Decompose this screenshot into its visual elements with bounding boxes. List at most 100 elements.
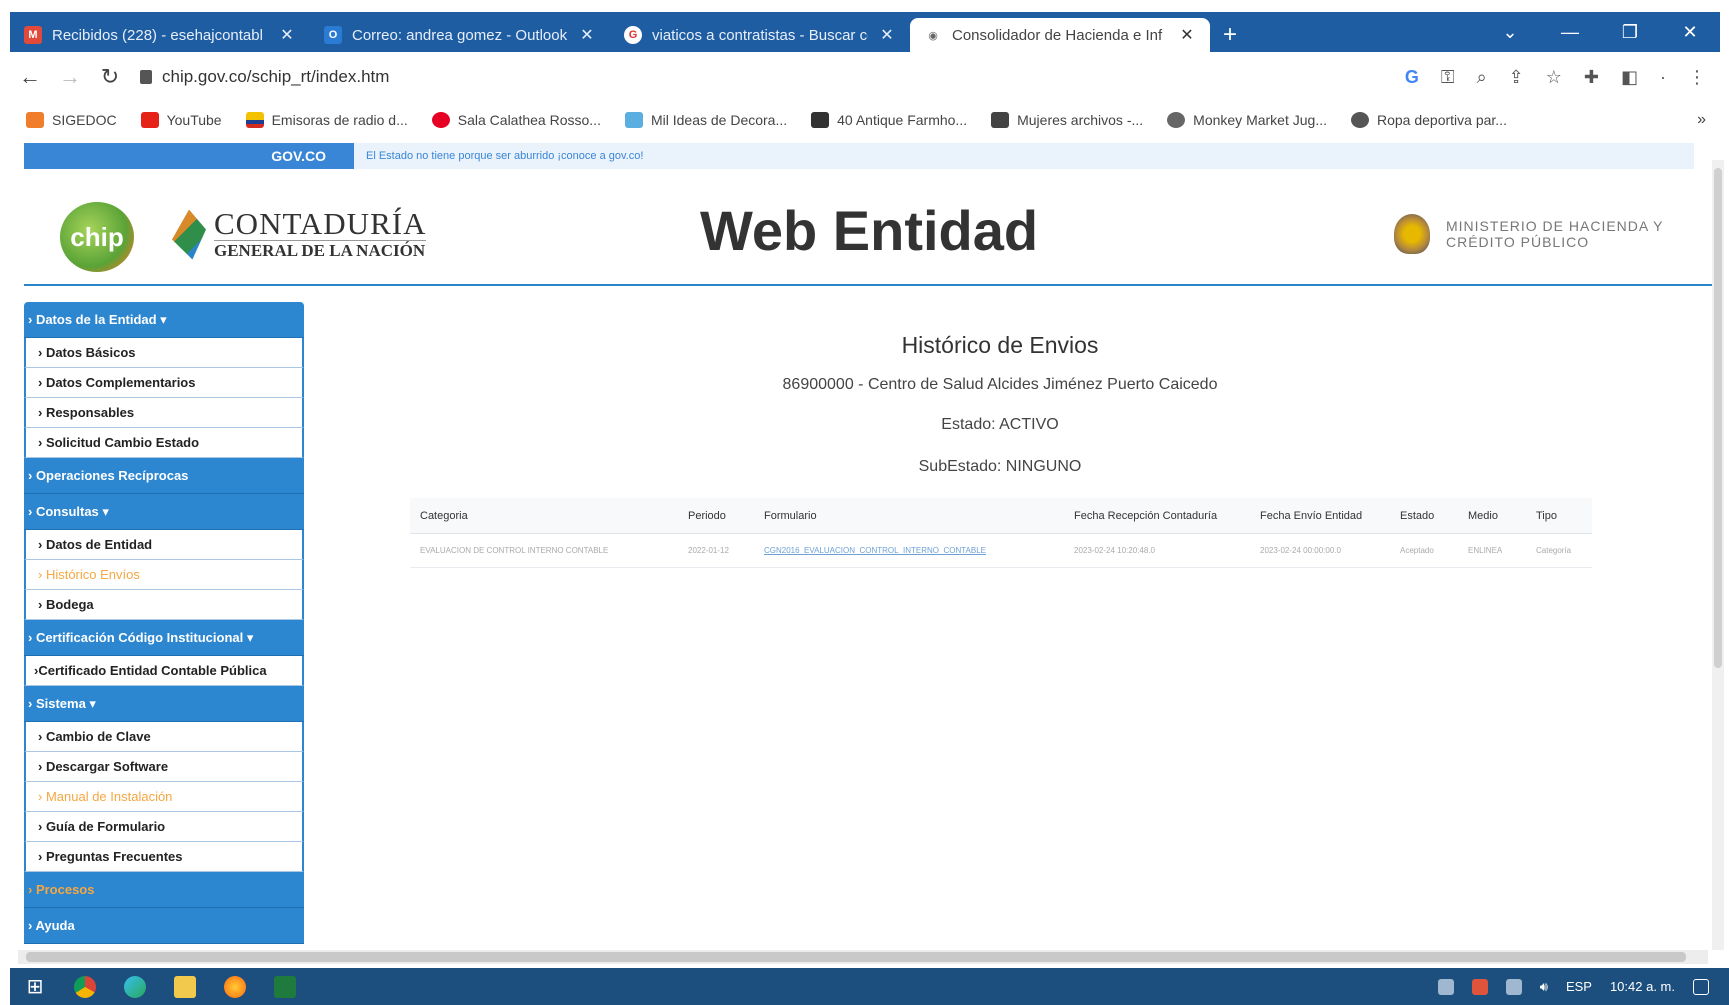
gov-co-logo[interactable]: GOV.CO <box>24 143 354 169</box>
notifications-icon[interactable] <box>1693 978 1709 995</box>
bookmark-icon <box>624 112 643 128</box>
contaduria-name: CONTADURÍA <box>214 206 427 241</box>
sidebar-section-certificacion[interactable]: › Certificación Código Institucional ▾ <box>24 620 304 656</box>
tab-consolidador[interactable]: ◉ Consolidador de Hacienda e Inf ✕ <box>910 18 1210 52</box>
sidebar-section-datos-entidad[interactable]: › Datos de la Entidad ▾ <box>24 302 304 338</box>
bookmark-emisoras[interactable]: Emisoras de radio d... <box>245 112 408 128</box>
vertical-scroll-thumb[interactable] <box>1714 168 1722 668</box>
antivirus-icon[interactable] <box>1471 978 1488 995</box>
bookmark-youtube[interactable]: YouTube <box>140 112 222 128</box>
leaf-icon <box>1350 112 1369 128</box>
bookmark-sala-calathea[interactable]: Sala Calathea Rosso... <box>431 112 601 128</box>
column-header-fecha-envio[interactable]: Fecha Envío Entidad <box>1250 510 1390 522</box>
tab-outlook[interactable]: O Correo: andrea gomez - Outlook ✕ <box>310 18 610 52</box>
google-lens-icon[interactable]: G <box>1405 67 1419 88</box>
sidebar-item-descargar-software[interactable]: › Descargar Software <box>24 752 304 782</box>
outlook-icon: O <box>324 26 342 44</box>
sidebar-section-procesos[interactable]: › Procesos <box>24 872 304 908</box>
close-icon[interactable]: ✕ <box>878 25 896 45</box>
sidebar-item-certificado-entidad[interactable]: ›Certificado Entidad Contable Pública <box>24 656 304 686</box>
url-field[interactable]: chip.gov.co/schip_rt/index.htm <box>140 67 389 87</box>
cell-periodo: 2022-01-12 <box>688 546 729 555</box>
sidebar-section-ayuda[interactable]: › Ayuda <box>24 908 304 944</box>
column-header-fecha-recepcion[interactable]: Fecha Recepción Contaduría <box>1064 510 1250 522</box>
vertical-scrollbar[interactable] <box>1712 160 1724 950</box>
side-panel-icon[interactable]: ◧ <box>1621 67 1638 88</box>
bookmark-mujeres[interactable]: Mujeres archivos -... <box>991 112 1143 128</box>
taskbar-file-explorer[interactable] <box>160 975 210 998</box>
sidebar-section-operaciones-reciprocas[interactable]: › Operaciones Recíprocas <box>24 458 304 494</box>
flag-icon <box>245 112 264 128</box>
task-view-icon[interactable]: ⊞ <box>10 974 60 999</box>
close-icon[interactable]: ✕ <box>578 25 596 45</box>
taskbar-chrome[interactable] <box>60 975 110 998</box>
lock-icon <box>140 70 152 84</box>
bookmark-mil-ideas[interactable]: Mil Ideas de Decora... <box>624 112 787 128</box>
column-header-periodo[interactable]: Periodo <box>678 510 754 522</box>
sidebar-item-datos-basicos[interactable]: › Datos Básicos <box>24 338 304 368</box>
tab-search-icon[interactable]: ⌄ <box>1480 22 1540 43</box>
sidebar-item-cambio-clave[interactable]: › Cambio de Clave <box>24 722 304 752</box>
column-header-medio[interactable]: Medio <box>1458 510 1526 522</box>
bookmark-monkey-market[interactable]: Monkey Market Jug... <box>1167 112 1327 128</box>
gov-co-message[interactable]: El Estado no tiene porque ser aburrido ¡… <box>354 143 1694 169</box>
tab-google-search[interactable]: G viaticos a contratistas - Buscar co ✕ <box>610 18 910 52</box>
entity-subestado: SubEstado: NINGUNO <box>918 458 1082 475</box>
sidebar-section-sistema[interactable]: › Sistema ▾ <box>24 686 304 722</box>
extensions-icon[interactable]: ✚ <box>1584 67 1599 88</box>
forward-arrow-icon[interactable]: → <box>50 64 90 90</box>
minimize-icon[interactable]: — <box>1540 22 1600 43</box>
bookmark-sigedoc[interactable]: SIGEDOC <box>26 112 117 128</box>
column-header-estado[interactable]: Estado <box>1390 510 1458 522</box>
close-window-icon[interactable]: ✕ <box>1660 22 1720 43</box>
profile-icon[interactable]: · <box>1660 67 1666 88</box>
tab-gmail[interactable]: M Recibidos (228) - esehajcontabl ✕ <box>10 18 310 52</box>
volume-icon[interactable]: 🔊︎ <box>1540 979 1548 995</box>
language-indicator[interactable]: ESP <box>1566 979 1592 994</box>
horizontal-scroll-thumb[interactable] <box>26 952 1686 962</box>
sidebar-item-bodega[interactable]: › Bodega <box>24 590 304 620</box>
bookmark-antique[interactable]: 40 Antique Farmho... <box>811 112 967 128</box>
entity-estado: Estado: ACTIVO <box>941 416 1059 433</box>
network-icon[interactable] <box>1505 978 1522 995</box>
cell-formulario-link[interactable]: CGN2016_EVALUACION_CONTROL_INTERNO_CONTA… <box>754 546 1064 555</box>
more-bookmarks-icon[interactable]: » <box>1697 111 1720 129</box>
reload-icon[interactable]: ↻ <box>90 64 130 90</box>
new-tab-button[interactable]: + <box>1210 18 1250 52</box>
zoom-icon[interactable]: ⌕ <box>1477 67 1487 88</box>
sidebar-item-historico-envios[interactable]: › Histórico Envíos <box>24 560 304 590</box>
back-arrow-icon[interactable]: ← <box>10 64 50 90</box>
sidebar-item-manual-instalacion[interactable]: › Manual de Instalación <box>24 782 304 812</box>
sidebar-item-solicitud-cambio-estado[interactable]: › Solicitud Cambio Estado <box>24 428 304 458</box>
clock[interactable]: 10:42 a. m. <box>1610 979 1675 994</box>
gmail-icon: M <box>24 26 42 44</box>
cell-fecha-envio: 2023-02-24 00:00:00.0 <box>1260 546 1341 555</box>
close-icon[interactable]: ✕ <box>278 25 296 45</box>
sidebar-section-consultas[interactable]: › Consultas ▾ <box>24 494 304 530</box>
column-header-categoria[interactable]: Categoria <box>410 510 678 522</box>
key-icon[interactable]: ⚿ <box>1441 67 1455 88</box>
share-icon[interactable]: ⇪ <box>1509 67 1524 88</box>
taskbar-excel[interactable] <box>260 975 310 998</box>
monkey-icon <box>1167 112 1186 128</box>
sidebar-item-datos-complementarios[interactable]: › Datos Complementarios <box>24 368 304 398</box>
restore-icon[interactable]: ❐ <box>1600 22 1660 43</box>
star-icon[interactable]: ☆ <box>1546 67 1562 88</box>
taskbar-firefox[interactable] <box>210 975 260 998</box>
sidebar-item-preguntas-frecuentes[interactable]: › Preguntas Frecuentes <box>24 842 304 872</box>
taskbar-edge[interactable] <box>110 975 160 998</box>
excel-icon <box>274 975 296 998</box>
user-icon[interactable] <box>1437 978 1454 995</box>
sidebar-item-responsables[interactable]: › Responsables <box>24 398 304 428</box>
bookmark-icon <box>26 112 44 128</box>
close-icon[interactable]: ✕ <box>1178 25 1196 45</box>
sidebar-item-datos-de-entidad[interactable]: › Datos de Entidad <box>24 530 304 560</box>
horizontal-scrollbar[interactable] <box>18 950 1708 964</box>
sidebar-item-guia-formulario[interactable]: › Guía de Formulario <box>24 812 304 842</box>
bookmark-ropa-deportiva[interactable]: Ropa deportiva par... <box>1350 112 1507 128</box>
menu-dots-icon[interactable]: ⋮ <box>1688 67 1706 88</box>
sidebar-menu: › Datos de la Entidad ▾ › Datos Básicos … <box>24 302 304 948</box>
column-header-tipo[interactable]: Tipo <box>1526 510 1592 522</box>
bookmark-icon <box>811 112 830 128</box>
column-header-formulario[interactable]: Formulario <box>754 510 1064 522</box>
